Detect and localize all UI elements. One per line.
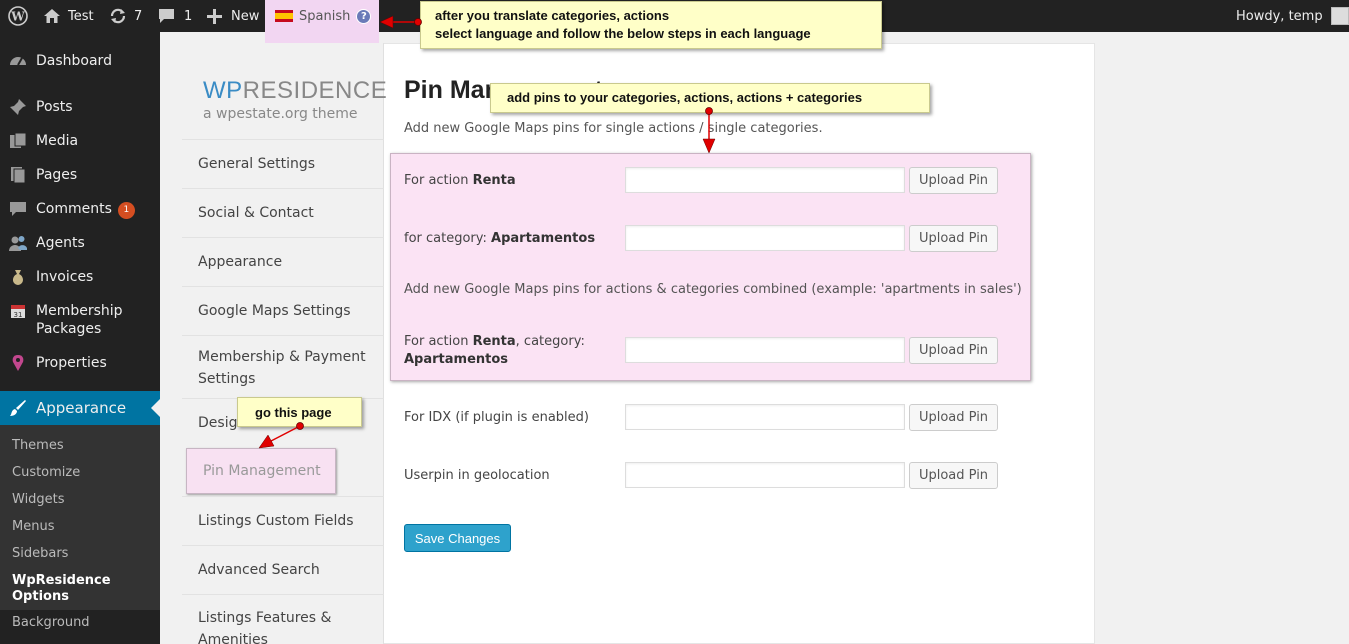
home-icon — [44, 9, 60, 23]
menu-label: Comments — [36, 201, 112, 217]
menu-item-agents[interactable]: Agents — [0, 234, 160, 252]
pin-icon — [9, 98, 27, 116]
comments-count: 1 — [184, 8, 193, 24]
spain-flag-icon — [275, 10, 293, 22]
brush-icon — [9, 399, 27, 417]
save-changes-button[interactable]: Save Changes — [404, 524, 511, 552]
wordpress-logo-icon[interactable]: W — [8, 0, 28, 32]
updates-icon — [110, 8, 126, 24]
submenu-customize[interactable]: Customize — [12, 465, 80, 481]
row-label-action-category: For action Renta, category: Apartamentos — [404, 334, 585, 367]
svg-text:31: 31 — [14, 311, 23, 319]
upload-pin-button[interactable]: Upload Pin — [909, 167, 998, 194]
pin-input-idx[interactable] — [625, 404, 905, 430]
combined-pins-description: Add new Google Maps pins for actions & c… — [404, 282, 1022, 297]
menu-item-posts[interactable]: Posts — [0, 98, 160, 116]
menu-label: Posts — [36, 99, 73, 115]
pin-input-action-category[interactable] — [625, 337, 905, 363]
menu-label: Pages — [36, 167, 78, 183]
submenu-menus[interactable]: Menus — [12, 519, 54, 535]
svg-text:W: W — [10, 10, 25, 24]
row-label-action: For action Renta — [404, 173, 516, 188]
new-content-link[interactable]: New — [207, 0, 259, 32]
avatar — [1330, 7, 1349, 25]
media-icon — [9, 132, 27, 150]
pages-icon — [9, 166, 27, 184]
site-name-link[interactable]: Test — [43, 0, 94, 32]
submenu-widgets[interactable]: Widgets — [12, 492, 65, 508]
submenu-wpresidence-options[interactable]: WpResidence Options — [12, 573, 122, 605]
logo-tagline: a wpestate.org theme — [203, 106, 358, 122]
comments-icon — [9, 200, 27, 218]
menu-label: Agents — [36, 235, 85, 251]
menu-item-invoices[interactable]: Invoices — [0, 268, 160, 286]
greeting-label: Howdy, temp — [1236, 8, 1323, 24]
agents-icon — [9, 234, 27, 252]
menu-item-pages[interactable]: Pages — [0, 166, 160, 184]
upload-pin-button[interactable]: Upload Pin — [909, 404, 998, 431]
submenu-background[interactable]: Background — [12, 615, 90, 631]
menu-label: Membership Packages — [36, 303, 123, 337]
updates-count: 7 — [134, 8, 143, 24]
row-label-idx: For IDX (if plugin is enabled) — [404, 410, 589, 425]
menu-label: Appearance — [36, 399, 127, 417]
menu-item-properties[interactable]: Properties — [0, 354, 160, 372]
menu-item-membership-packages[interactable]: 31 Membership Packages — [0, 302, 160, 338]
upload-pin-button[interactable]: Upload Pin — [909, 337, 998, 364]
menu-item-appearance[interactable]: Appearance — [0, 391, 160, 425]
upload-pin-button[interactable]: Upload Pin — [909, 462, 998, 489]
upload-pin-button[interactable]: Upload Pin — [909, 225, 998, 252]
submenu-themes[interactable]: Themes — [12, 438, 64, 454]
tab-google-maps-settings[interactable]: Google Maps Settings — [182, 286, 384, 335]
admin-menu: Dashboard Posts Media Pages Comments 1 Ag… — [0, 32, 160, 644]
menu-label: Invoices — [36, 269, 94, 285]
menu-item-dashboard[interactable]: Dashboard — [0, 52, 160, 70]
comments-link[interactable]: 1 — [158, 0, 192, 32]
tab-social-contact[interactable]: Social & Contact — [182, 188, 384, 237]
map-marker-icon — [9, 354, 27, 372]
tab-appearance[interactable]: Appearance — [182, 237, 384, 286]
comments-badge: 1 — [117, 202, 135, 219]
pin-input-action-renta[interactable] — [625, 167, 905, 193]
dashboard-icon — [9, 52, 27, 70]
language-annotation: after you translate categories, actions … — [420, 1, 882, 49]
menu-label: Media — [36, 133, 79, 149]
site-name-label: Test — [68, 8, 94, 24]
row-label-userpin: Userpin in geolocation — [404, 468, 550, 483]
go-page-annotation: go this page — [237, 397, 362, 427]
calendar-icon: 31 — [9, 302, 27, 320]
options-tabs: WPRESIDENCE a wpestate.org theme General… — [182, 43, 388, 644]
updates-link[interactable]: 7 — [109, 0, 142, 32]
tab-pin-management[interactable]: Pin Management — [186, 448, 336, 494]
row-label-category: for category: Apartamentos — [404, 231, 596, 246]
new-label: New — [231, 8, 260, 24]
single-pins-description: Add new Google Maps pins for single acti… — [404, 121, 823, 136]
plus-icon — [207, 8, 222, 24]
wpresidence-logo: WPRESIDENCE a wpestate.org theme — [203, 77, 388, 122]
submenu-sidebars[interactable]: Sidebars — [12, 546, 68, 562]
my-account-menu[interactable]: Howdy, temp — [1236, 0, 1349, 32]
menu-item-comments[interactable]: Comments 1 — [0, 200, 160, 219]
tab-listings-features[interactable]: Listings Features & Amenities — [182, 594, 384, 644]
comment-bubble-icon — [159, 9, 174, 23]
pin-input-userpin[interactable] — [625, 462, 905, 488]
money-bag-icon — [9, 268, 27, 286]
pin-input-category-apartamentos[interactable] — [625, 225, 905, 251]
tab-listings-custom-fields[interactable]: Listings Custom Fields — [182, 496, 384, 545]
appearance-submenu: Themes Customize Widgets Menus Sidebars … — [0, 425, 160, 630]
tab-general-settings[interactable]: General Settings — [182, 139, 384, 188]
menu-item-media[interactable]: Media — [0, 132, 160, 150]
tab-advanced-search[interactable]: Advanced Search — [182, 545, 384, 594]
language-switcher[interactable]: Spanish ? — [265, 0, 379, 43]
menu-label: Dashboard — [36, 53, 112, 69]
pins-annotation: add pins to your categories, actions, ac… — [490, 83, 930, 113]
language-label: Spanish — [299, 9, 351, 24]
tab-membership-payment[interactable]: Membership & Payment Settings — [182, 335, 384, 399]
menu-label: Properties — [36, 355, 107, 371]
help-icon[interactable]: ? — [356, 9, 372, 24]
